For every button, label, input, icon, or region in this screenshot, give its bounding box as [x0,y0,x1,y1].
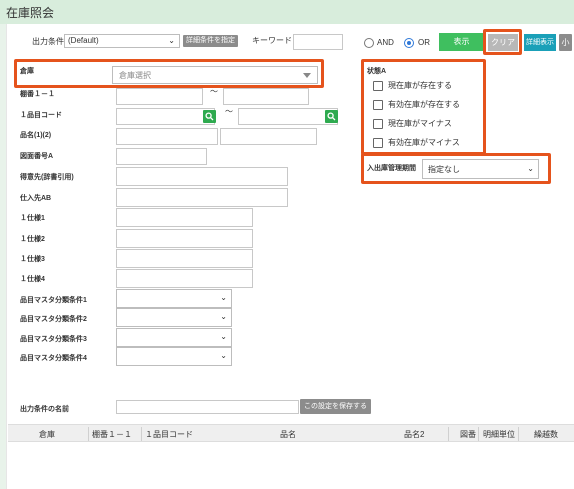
save-name-input[interactable] [116,400,299,414]
item-name-label: 品名(1)(2) [20,132,52,139]
master-cond3-select[interactable]: ⌄ [116,328,232,347]
supplier-input[interactable] [116,188,288,207]
tilde-separator: ～ [210,87,218,96]
customer-label: 得意先(辞書引用) [20,174,74,181]
warehouse-highlight [14,59,324,88]
chevron-down-icon: ⌄ [168,36,175,45]
spec3-input[interactable] [116,249,253,268]
item-name1-input[interactable] [116,128,218,145]
item-code-from-search-button[interactable] [203,110,216,123]
spec1-label: １仕様1 [20,215,45,222]
master-cond4-label: 品目マスタ分類条件4 [20,355,87,362]
spec4-input[interactable] [116,269,253,288]
column-header[interactable]: 図番 [460,429,476,440]
column-separator [478,427,479,441]
master-cond1-select[interactable]: ⌄ [116,289,232,308]
item-code-to-search-button[interactable] [325,110,338,123]
page-title: 在庫照会 [6,6,55,20]
search-icon [327,112,336,121]
spec2-label: １仕様2 [20,236,45,243]
status-highlight [361,59,486,155]
chevron-down-icon: ⌄ [220,351,227,360]
save-settings-button[interactable]: この設定を保存する [300,399,371,414]
item-code-label: １品目コード [20,112,62,119]
search-icon [205,112,214,121]
drawing-no-input[interactable] [116,148,207,165]
small-button[interactable]: 小 [559,34,572,51]
column-separator [518,427,519,441]
results-table-header: 倉庫 棚番１－１ １品目コード 品名 品名2 図番 明細単位 繰越数 [8,424,574,442]
master-cond2-select[interactable]: ⌄ [116,308,232,327]
chevron-down-icon: ⌄ [220,312,227,321]
chevron-down-icon: ⌄ [220,293,227,302]
column-separator [88,427,89,441]
output-condition-label: 出力条件 [32,37,64,46]
spec3-label: １仕様3 [20,256,45,263]
chevron-down-icon: ⌄ [220,332,227,341]
spec1-input[interactable] [116,208,253,227]
title-bar [0,0,574,24]
clear-button-highlight [483,29,522,55]
column-header[interactable]: 明細単位 [483,429,515,440]
column-header[interactable]: １品目コード [145,429,193,440]
detail-display-button[interactable]: 詳細表示 [524,34,556,51]
and-radio[interactable] [364,38,374,48]
detail-condition-button[interactable]: 詳細条件を指定 [183,35,238,47]
item-name2-input[interactable] [220,128,317,145]
output-condition-select[interactable]: (Default) ⌄ [64,34,180,48]
drawing-no-label: 図面番号A [20,153,54,160]
spec2-input[interactable] [116,229,253,248]
shelf-to-input[interactable] [223,88,309,105]
and-label: AND [377,38,394,47]
shelf-label: 棚番１－１ [20,91,55,98]
item-code-to-input[interactable] [238,108,338,125]
column-header[interactable]: 繰越数 [534,429,558,440]
output-condition-value: (Default) [68,36,99,45]
column-header[interactable]: 品名 [280,429,296,440]
keyword-label: キーワード [252,36,292,45]
shelf-from-input[interactable] [116,88,203,105]
column-header[interactable]: 品名2 [404,429,424,440]
column-header[interactable]: 棚番１－１ [92,429,132,440]
period-highlight [361,153,551,184]
column-separator [448,427,449,441]
column-separator [141,427,142,441]
save-name-label: 出力条件の名前 [20,406,69,413]
display-button[interactable]: 表示 [439,33,484,51]
master-cond1-label: 品目マスタ分類条件1 [20,297,87,304]
or-radio[interactable] [404,38,414,48]
customer-input[interactable] [116,167,288,186]
spec4-label: １仕様4 [20,276,45,283]
tilde-separator: ～ [225,107,233,116]
master-cond4-select[interactable]: ⌄ [116,347,232,366]
master-cond2-label: 品目マスタ分類条件2 [20,316,87,323]
master-cond3-label: 品目マスタ分類条件3 [20,336,87,343]
item-code-from-input[interactable] [116,108,215,125]
supplier-label: 仕入先AB [20,195,52,202]
column-header[interactable]: 倉庫 [39,429,55,440]
keyword-input[interactable] [293,34,343,50]
or-label: OR [418,38,430,47]
